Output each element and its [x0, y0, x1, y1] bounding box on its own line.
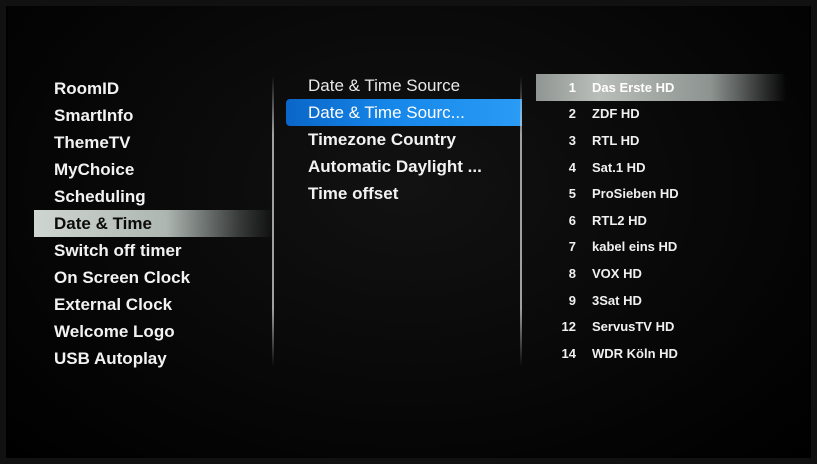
channel-row[interactable]: 8 VOX HD [536, 260, 786, 287]
channel-name: Das Erste HD [592, 79, 675, 95]
column-divider-right [520, 76, 522, 366]
channel-name: ZDF HD [592, 106, 640, 122]
date-time-submenu: Date & Time Source Date & Time Sourc... … [286, 72, 522, 207]
tv-screen: RoomID SmartInfo ThemeTV MyChoice Schedu… [8, 6, 809, 458]
menu-item-usb-autoplay[interactable]: USB Autoplay [34, 345, 274, 372]
channel-number: 5 [568, 186, 576, 202]
submenu-title: Date & Time Source [308, 76, 461, 95]
channel-number: 12 [561, 319, 576, 335]
menu-item-date-time[interactable]: Date & Time [34, 210, 274, 237]
channel-number: 8 [568, 265, 576, 281]
menu-item-on-screen-clock[interactable]: On Screen Clock [34, 264, 274, 291]
column-divider-left [272, 76, 274, 366]
channel-name: ProSieben HD [592, 186, 679, 202]
channel-row[interactable]: 6 RTL2 HD [536, 207, 786, 234]
channel-number: 4 [568, 159, 576, 175]
screen-bezel: RoomID SmartInfo ThemeTV MyChoice Schedu… [0, 0, 817, 464]
channel-name: Sat.1 HD [592, 159, 646, 175]
submenu-item-timezone-country[interactable]: Timezone Country [286, 126, 522, 153]
channel-name: RTL2 HD [592, 212, 647, 228]
submenu-item-time-offset[interactable]: Time offset [286, 180, 522, 207]
menu-item-switch-off-timer[interactable]: Switch off timer [34, 237, 274, 264]
channel-name: WDR Köln HD [592, 345, 678, 361]
channel-row[interactable]: 9 3Sat HD [536, 287, 786, 314]
channel-number: 1 [568, 79, 576, 95]
channel-row[interactable]: 2 ZDF HD [536, 101, 786, 128]
channel-row[interactable]: 12 ServusTV HD [536, 313, 786, 340]
submenu-item-date-time-source[interactable]: Date & Time Sourc... [286, 99, 522, 126]
submenu-item-automatic-daylight[interactable]: Automatic Daylight ... [286, 153, 522, 180]
channel-number: 7 [568, 239, 576, 255]
menu-item-themetv[interactable]: ThemeTV [34, 129, 274, 156]
menu-item-mychoice[interactable]: MyChoice [34, 156, 274, 183]
channel-number: 14 [561, 345, 576, 361]
channel-number: 2 [568, 106, 576, 122]
channel-list: 1 Das Erste HD 2 ZDF HD 3 RTL HD 4 Sat.1… [536, 74, 786, 367]
menu-item-roomid[interactable]: RoomID [34, 75, 274, 102]
channel-row[interactable]: 5 ProSieben HD [536, 180, 786, 207]
channel-number: 9 [568, 292, 576, 308]
channel-number: 3 [568, 132, 576, 148]
channel-number: 6 [568, 212, 576, 228]
channel-row[interactable]: 14 WDR Köln HD [536, 340, 786, 367]
menu-item-welcome-logo[interactable]: Welcome Logo [34, 318, 274, 345]
channel-name: kabel eins HD [592, 239, 678, 255]
menu-item-external-clock[interactable]: External Clock [34, 291, 274, 318]
menu-item-scheduling[interactable]: Scheduling [34, 183, 274, 210]
channel-row[interactable]: 4 Sat.1 HD [536, 154, 786, 181]
channel-row[interactable]: 3 RTL HD [536, 127, 786, 154]
channel-name: ServusTV HD [592, 319, 675, 335]
menu-item-smartinfo[interactable]: SmartInfo [34, 102, 274, 129]
channel-row[interactable]: 1 Das Erste HD [536, 74, 786, 101]
channel-row[interactable]: 7 kabel eins HD [536, 234, 786, 261]
channel-name: 3Sat HD [592, 292, 642, 308]
settings-menu: RoomID SmartInfo ThemeTV MyChoice Schedu… [34, 75, 274, 372]
channel-name: VOX HD [592, 265, 642, 281]
channel-name: RTL HD [592, 132, 640, 148]
